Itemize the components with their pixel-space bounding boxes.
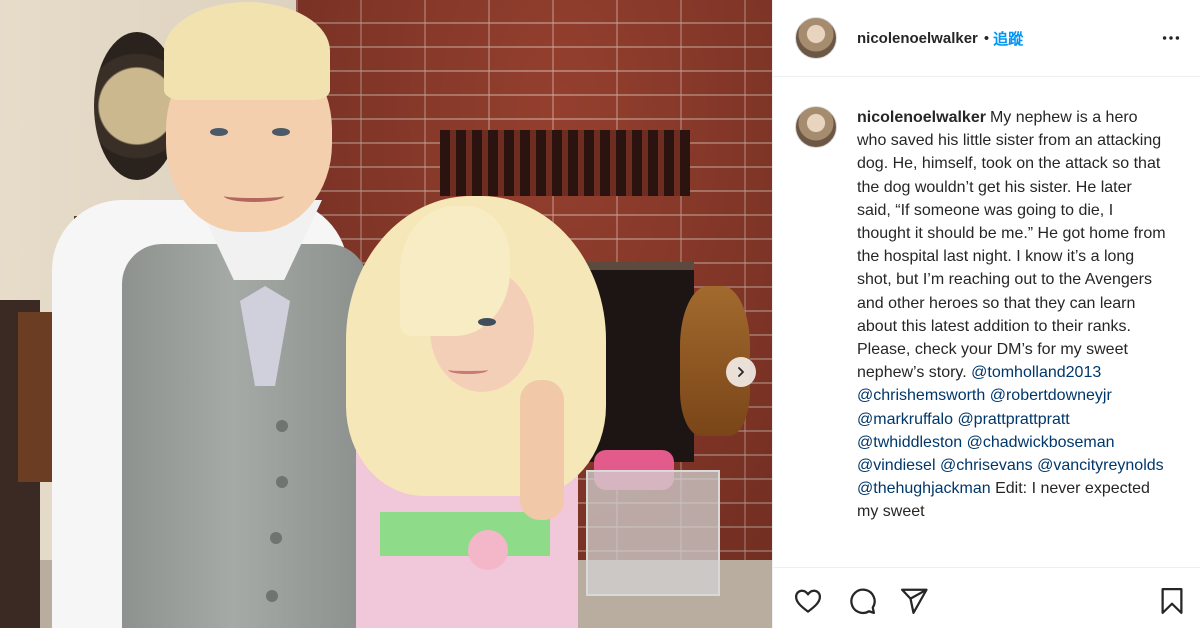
photo-girl-eye [478, 318, 496, 326]
heart-icon [795, 589, 821, 613]
mention-link[interactable]: @vancityreynolds [1037, 457, 1164, 474]
photo-girl-mouth [448, 366, 488, 374]
mention-link[interactable]: @thehughjackman [857, 480, 991, 497]
more-options-button[interactable] [1157, 24, 1185, 52]
photo-boy-arm [520, 380, 564, 520]
mention-link[interactable]: @chadwickboseman [967, 434, 1115, 451]
caption-body: My nephew is a hero who saved his little… [857, 109, 1166, 382]
mention-link[interactable]: @markruffalo [857, 411, 953, 428]
caption-text-block: nicolenoelwalker My nephew is a hero who … [857, 106, 1169, 524]
post-photo[interactable] [0, 0, 772, 628]
share-icon [901, 588, 928, 614]
header-username[interactable]: nicolenoelwalker [857, 30, 978, 47]
share-button[interactable] [897, 584, 931, 618]
avatar[interactable] [795, 17, 837, 59]
caption-avatar[interactable] [795, 106, 837, 148]
like-button[interactable] [791, 584, 825, 618]
mention-link[interactable]: @robertdowneyjr [990, 387, 1112, 404]
photo-girl-bow [468, 530, 508, 570]
comment-icon [850, 588, 876, 615]
mention-link[interactable]: @tomholland2013 [971, 364, 1101, 381]
photo-boy-eye [272, 128, 290, 136]
post-header: nicolenoelwalker • 追蹤 [773, 0, 1200, 77]
save-button[interactable] [1155, 584, 1189, 618]
next-photo-button[interactable] [726, 357, 756, 387]
photo-girl-bangs [400, 206, 510, 336]
photo-boy-hair [164, 2, 330, 100]
photo-vest-button [276, 420, 288, 432]
post-side-panel: nicolenoelwalker • 追蹤 nicolenoelwalker My… [772, 0, 1200, 628]
mention-link[interactable]: @chrishemsworth [857, 387, 985, 404]
mention-link[interactable]: @vindiesel [857, 457, 936, 474]
photo-boy-mouth [224, 190, 284, 202]
caption-username[interactable]: nicolenoelwalker [857, 109, 986, 126]
header-separator: • [983, 29, 990, 47]
photo-toy-box [586, 470, 720, 596]
more-horizontal-icon [1162, 36, 1180, 40]
photo-girl-sash [380, 512, 550, 556]
comment-button[interactable] [845, 584, 879, 618]
photo-vest-button [270, 532, 282, 544]
comments-scroll-area[interactable]: nicolenoelwalker My nephew is a hero who … [773, 78, 1200, 566]
photo-fireplace-vent [440, 130, 690, 196]
photo-vest-button [266, 590, 278, 602]
follow-button[interactable]: 追蹤 [993, 28, 1023, 49]
photo-boy-eye [210, 128, 228, 136]
post-actions-bar [773, 567, 1200, 628]
photo-vest-button [276, 476, 288, 488]
mention-link[interactable]: @prattprattpratt [957, 411, 1069, 428]
mention-link[interactable]: @twhiddleston [857, 434, 962, 451]
mention-link[interactable]: @chrisevans [940, 457, 1033, 474]
bookmark-icon [1161, 588, 1183, 614]
chevron-right-icon [738, 367, 744, 377]
caption-row: nicolenoelwalker My nephew is a hero who … [795, 106, 1181, 524]
